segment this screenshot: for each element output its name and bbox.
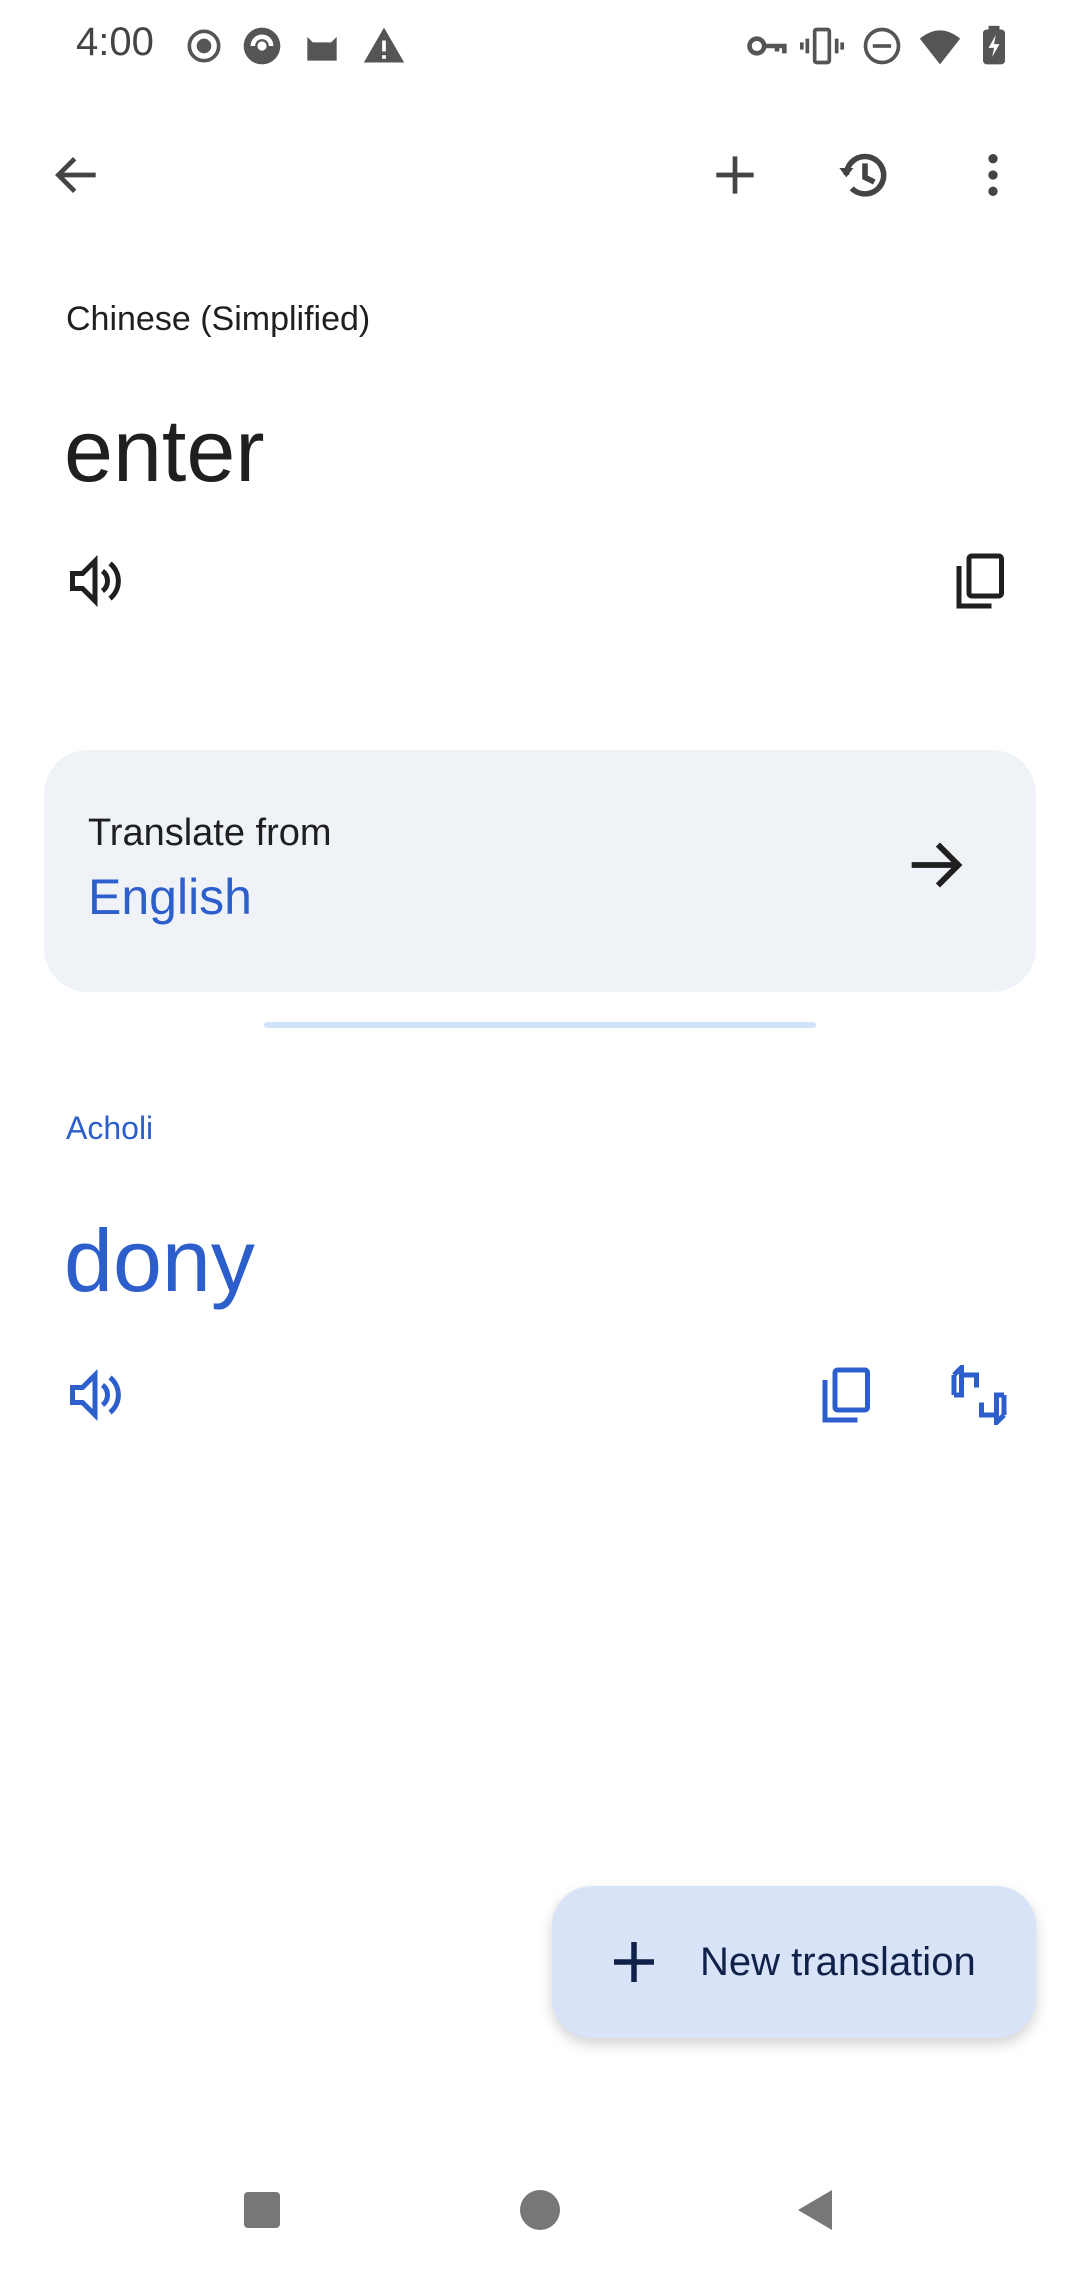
target-copy-button[interactable] <box>800 1350 890 1440</box>
source-language-label: Chinese (Simplified) <box>66 300 371 338</box>
wifi-icon <box>918 24 962 68</box>
home-button[interactable] <box>500 2170 580 2250</box>
translate-from-language: English <box>88 869 252 925</box>
vibrate-icon <box>800 24 844 68</box>
target-language-label: Acholi <box>66 1110 154 1146</box>
source-copy-button[interactable] <box>934 536 1024 626</box>
do-not-disturb-icon <box>860 24 904 68</box>
source-listen-button[interactable] <box>50 536 140 626</box>
new-translation-toolbar-button[interactable] <box>690 130 780 220</box>
thumbs-up-down-icon <box>951 1365 1007 1425</box>
translated-text[interactable]: dony <box>64 1210 255 1312</box>
cat-icon <box>300 24 344 68</box>
back-button[interactable] <box>32 130 122 220</box>
warning-icon <box>362 24 406 68</box>
vpn-key-icon <box>744 24 788 68</box>
copy-icon <box>956 553 1004 609</box>
circle-icon <box>520 2190 560 2230</box>
battery-charging-icon <box>972 24 1016 68</box>
camera-app-icon <box>240 24 284 68</box>
history-icon <box>839 153 887 197</box>
loading-indicator <box>264 1022 816 1028</box>
source-text[interactable]: enter <box>64 400 265 502</box>
copy-icon <box>822 1367 870 1423</box>
speaker-icon <box>70 1368 121 1422</box>
history-button[interactable] <box>820 130 910 220</box>
arrow-left-icon <box>55 157 96 193</box>
status-bar: 4:00 <box>0 0 1080 90</box>
back-nav-button[interactable] <box>776 2170 856 2250</box>
record-icon <box>182 24 226 68</box>
translate-from-label: Translate from <box>88 812 332 854</box>
recents-button[interactable] <box>222 2170 302 2250</box>
plus-icon <box>614 1942 654 1982</box>
plus-icon <box>716 156 754 194</box>
square-icon <box>244 2192 280 2228</box>
triangle-back-icon <box>798 2190 832 2230</box>
new-translation-fab[interactable]: New translation <box>552 1886 1036 2038</box>
arrow-right-icon <box>900 830 970 900</box>
rate-translation-button[interactable] <box>934 1350 1024 1440</box>
status-time: 4:00 <box>76 20 154 64</box>
more-options-button[interactable] <box>948 130 1038 220</box>
target-listen-button[interactable] <box>50 1350 140 1440</box>
speaker-icon <box>70 554 121 608</box>
new-translation-label: New translation <box>700 1939 976 1984</box>
more-vert-icon <box>988 154 998 196</box>
